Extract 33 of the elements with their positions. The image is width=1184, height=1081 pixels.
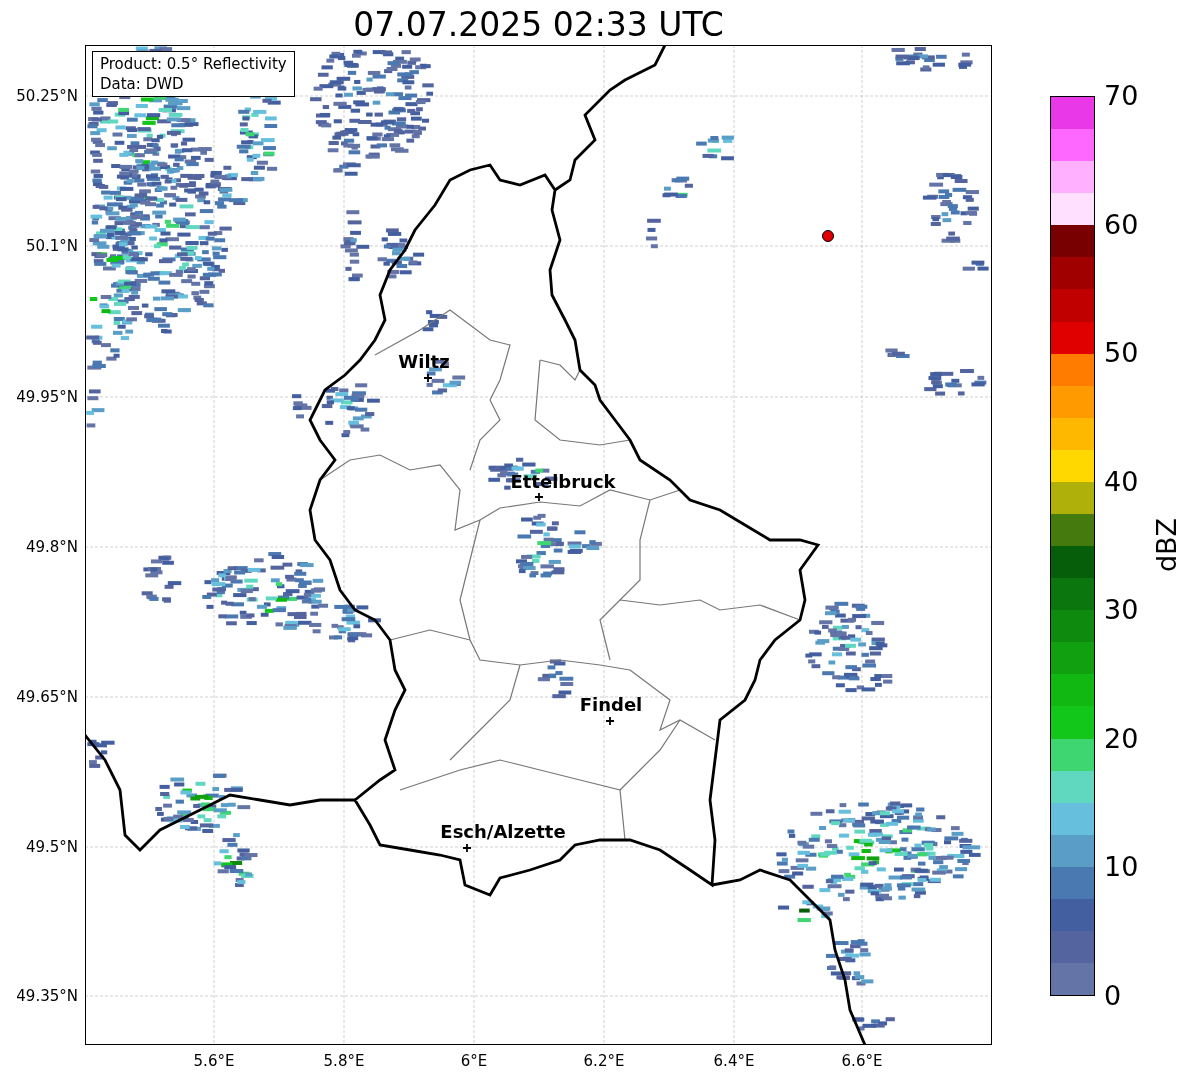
- latitude-tick-label: 49.8°N: [25, 538, 78, 556]
- longitude-tick-label: 6.2°E: [583, 1052, 625, 1070]
- latitude-tick-label: 50.25°N: [16, 87, 78, 105]
- city-marker-icon: [462, 843, 472, 853]
- colorbar-tick-label: 10: [1104, 852, 1139, 883]
- info-text: Data: DWD: [100, 74, 185, 94]
- city-label: Esch/Alzette: [440, 822, 566, 842]
- colorbar-tick-label: 50: [1104, 338, 1139, 369]
- latitude-tick-label: 49.5°N: [25, 838, 78, 856]
- location-marker-icon: [822, 230, 834, 242]
- info-text: Product: 0.5° Reflectivity: [100, 54, 287, 74]
- colorbar-label: dBZ: [1152, 517, 1183, 573]
- colorbar-tick-label: 20: [1104, 723, 1139, 754]
- longitude-tick-label: 5.8°E: [323, 1052, 365, 1070]
- city-label: Wiltz: [398, 352, 450, 372]
- colorbar-tick-label: 30: [1104, 595, 1139, 626]
- chart-title: 07.07.2025 02:33 UTC: [352, 4, 725, 46]
- city-marker-icon: [605, 716, 615, 726]
- longitude-tick-label: 5.6°E: [193, 1052, 235, 1070]
- colorbar-tick-label: 0: [1104, 981, 1122, 1011]
- latitude-tick-label: 49.95°N: [16, 388, 78, 406]
- latitude-tick-label: 49.35°N: [16, 987, 78, 1005]
- latitude-tick-label: 49.65°N: [16, 688, 78, 706]
- longitude-tick-label: 6°E: [460, 1052, 488, 1070]
- city-marker-icon: [423, 373, 433, 383]
- city-label: Findel: [579, 695, 643, 715]
- city-marker-icon: [534, 492, 544, 502]
- colorbar-tick-label: 70: [1104, 81, 1139, 111]
- colorbar-tick-label: 60: [1104, 209, 1139, 240]
- colorbar-tick-label: 40: [1104, 466, 1139, 497]
- latitude-tick-label: 50.1°N: [25, 237, 78, 255]
- longitude-tick-label: 6.4°E: [713, 1052, 755, 1070]
- longitude-tick-label: 6.6°E: [841, 1052, 883, 1070]
